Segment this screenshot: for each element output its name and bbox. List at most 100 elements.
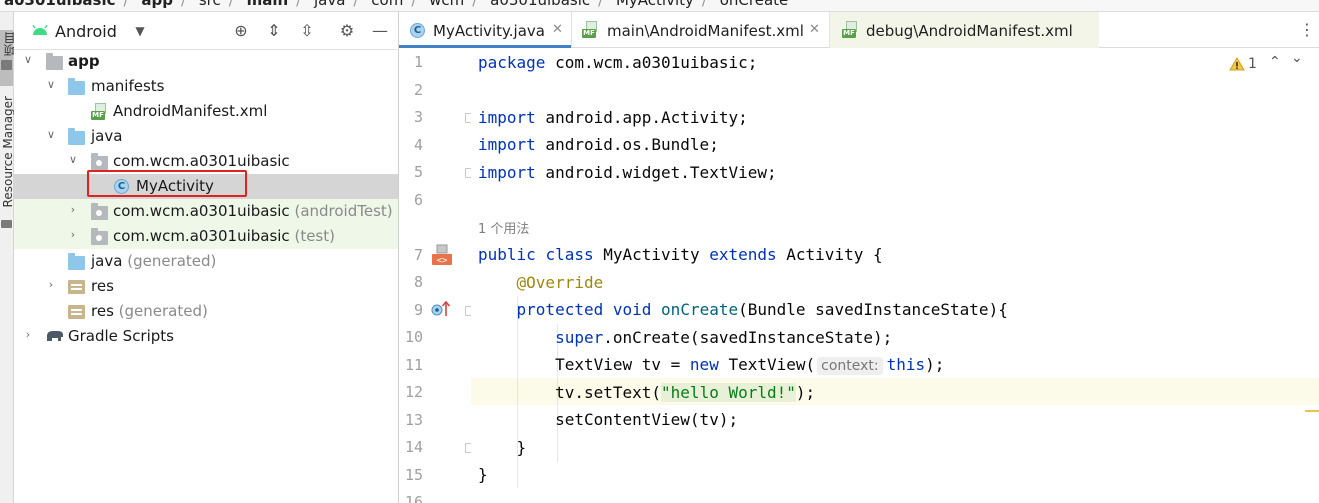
resources-folder-icon bbox=[68, 305, 85, 319]
tool-window-strip: 项目 Resource Manager bbox=[0, 12, 17, 503]
tree-item-label: res bbox=[91, 302, 114, 320]
view-mode-selector[interactable]: Android bbox=[55, 22, 117, 41]
activity-layout-icon[interactable]: <> bbox=[431, 244, 453, 266]
line-number: 6 bbox=[413, 191, 423, 209]
code-editor[interactable]: package com.wcm.a0301uibasic; import and… bbox=[471, 48, 1319, 503]
tab-label: MyActivity.java bbox=[433, 22, 545, 40]
tree-item-my-activity[interactable]: C MyActivity bbox=[14, 174, 398, 199]
breadcrumb-main[interactable]: main bbox=[247, 0, 289, 9]
code-line-11: TextView tv = new TextView(context: this)… bbox=[555, 355, 945, 375]
close-icon[interactable]: ✕ bbox=[552, 22, 563, 37]
code-line-12: tv.setText("hello World!"); bbox=[555, 383, 816, 402]
hide-panel-icon[interactable]: — bbox=[370, 21, 390, 40]
breadcrumb-method[interactable]: onCreate bbox=[720, 0, 789, 9]
java-class-icon: C bbox=[114, 179, 129, 194]
tree-item-gradle-scripts[interactable]: › Gradle Scripts bbox=[14, 324, 398, 349]
code-line-4: import android.os.Bundle; bbox=[478, 135, 719, 154]
parameter-hint: context: bbox=[817, 357, 883, 375]
breadcrumb-project[interactable]: a0301uibasic bbox=[4, 0, 116, 9]
line-number: 9 bbox=[413, 301, 423, 319]
error-stripe-marker[interactable] bbox=[1305, 410, 1319, 412]
package-icon bbox=[91, 203, 108, 220]
breadcrumb-app[interactable]: app bbox=[141, 0, 173, 9]
chevron-down-icon[interactable]: ∨ bbox=[45, 129, 57, 141]
tree-item-package-test[interactable]: › com.wcm.a0301uibasic (test) bbox=[14, 224, 398, 249]
resource-manager-tool-label[interactable]: Resource Manager bbox=[1, 96, 15, 207]
breadcrumb-class[interactable]: MyActivity bbox=[616, 0, 694, 9]
tree-item-package[interactable]: ∨ com.wcm.a0301uibasic bbox=[14, 149, 398, 174]
code-line-13: setContentView(tv); bbox=[555, 410, 739, 429]
chevron-down-icon[interactable]: ∨ bbox=[22, 54, 34, 66]
more-vertical-icon[interactable]: ⋮ bbox=[1299, 20, 1315, 39]
breadcrumb-com[interactable]: com bbox=[371, 0, 403, 9]
chevron-down-icon[interactable]: ∨ bbox=[45, 79, 57, 91]
editor-gutter: 1 2 3 4 5 6 7 8 9 10 11 12 13 14 15 16 <… bbox=[399, 48, 473, 503]
breadcrumb-src[interactable]: src bbox=[199, 0, 221, 9]
tree-item-label: java bbox=[91, 252, 123, 270]
code-line-1: package com.wcm.a0301uibasic; bbox=[478, 53, 758, 72]
inspections-widget[interactable]: 1 ⌃ ⌄ bbox=[1229, 50, 1309, 75]
navigation-breadcrumb: a0301uibasic / app / src / main / java / com /… bbox=[0, 0, 1319, 12]
tree-item-label: manifests bbox=[91, 77, 165, 95]
tree-item-package-android-test[interactable]: › com.wcm.a0301uibasic (androidTest) bbox=[14, 199, 398, 224]
line-number: 3 bbox=[413, 108, 423, 126]
tab-debug-manifest[interactable]: MF debug\AndroidManifest.xml bbox=[829, 12, 1099, 48]
breadcrumb-wcm[interactable]: wcm bbox=[429, 0, 464, 9]
tree-item-label: res bbox=[91, 277, 114, 295]
tree-item-res[interactable]: › res bbox=[14, 274, 398, 299]
chevron-down-icon[interactable]: ∨ bbox=[67, 154, 79, 166]
code-line-14: } bbox=[516, 438, 527, 457]
tree-item-suffix: (generated) bbox=[127, 252, 217, 270]
tree-item-label: java bbox=[91, 127, 123, 145]
tree-item-android-manifest[interactable]: MF AndroidManifest.xml bbox=[14, 99, 398, 124]
svg-text:<>: <> bbox=[437, 256, 448, 266]
line-number: 13 bbox=[404, 411, 423, 429]
code-line-5: import android.widget.TextView; bbox=[478, 163, 777, 182]
line-number: 10 bbox=[404, 328, 423, 346]
package-icon bbox=[91, 228, 108, 245]
generated-folder-icon bbox=[68, 253, 85, 270]
manifest-file-icon: MF bbox=[842, 21, 859, 38]
chevron-right-icon[interactable]: › bbox=[67, 229, 79, 241]
tree-item-res-generated[interactable]: res (generated) bbox=[14, 299, 398, 324]
line-number: 14 bbox=[404, 438, 423, 456]
chevron-right-icon[interactable]: › bbox=[45, 279, 57, 291]
tree-item-java[interactable]: ∨ java bbox=[14, 124, 398, 149]
editor-tab-bar: C MyActivity.java ✕ MF main\AndroidManif… bbox=[399, 12, 1319, 48]
chevron-up-icon[interactable]: ⌃ bbox=[1269, 54, 1281, 70]
usage-hint[interactable]: 1 个用法 bbox=[478, 214, 529, 241]
breadcrumb-java[interactable]: java bbox=[314, 0, 345, 9]
chevron-down-icon[interactable]: ▼ bbox=[130, 24, 150, 38]
expand-all-icon[interactable]: ⇕ bbox=[264, 21, 284, 40]
collapse-all-icon[interactable]: ⇳ bbox=[297, 21, 317, 40]
code-line-3: import android.app.Activity; bbox=[478, 108, 748, 127]
tree-item-manifests[interactable]: ∨ manifests bbox=[14, 74, 398, 99]
tree-item-label: MyActivity bbox=[136, 177, 214, 195]
tree-item-label: com.wcm.a0301uibasic bbox=[113, 202, 290, 220]
line-number: 15 bbox=[404, 466, 423, 484]
override-method-icon[interactable] bbox=[431, 300, 453, 318]
tab-main-manifest[interactable]: MF main\AndroidManifest.xml ✕ bbox=[571, 12, 829, 48]
tree-item-label: Gradle Scripts bbox=[68, 327, 174, 345]
warning-count: 1 bbox=[1248, 56, 1257, 72]
chevron-right-icon[interactable]: › bbox=[22, 329, 34, 341]
locate-file-icon[interactable]: ⊕ bbox=[231, 21, 251, 40]
gear-icon[interactable]: ⚙ bbox=[337, 21, 357, 40]
folder-icon bbox=[1, 60, 12, 70]
tree-item-label: app bbox=[68, 52, 100, 70]
resources-folder-icon bbox=[68, 280, 85, 294]
chevron-right-icon[interactable]: › bbox=[67, 204, 79, 216]
line-number: 8 bbox=[413, 273, 423, 291]
tab-label: debug\AndroidManifest.xml bbox=[866, 22, 1073, 40]
tree-item-app[interactable]: ∨ app bbox=[14, 49, 398, 74]
tab-my-activity-java[interactable]: C MyActivity.java ✕ bbox=[399, 12, 571, 48]
source-folder-icon bbox=[68, 128, 85, 145]
android-icon bbox=[32, 25, 48, 35]
line-number: 16 bbox=[404, 493, 423, 503]
package-icon bbox=[91, 153, 108, 170]
breadcrumb-package[interactable]: a0301uibasic bbox=[490, 0, 590, 9]
chevron-down-icon[interactable]: ⌄ bbox=[1291, 50, 1303, 66]
tree-item-java-generated[interactable]: java (generated) bbox=[14, 249, 398, 274]
close-icon[interactable]: ✕ bbox=[809, 22, 820, 37]
warning-icon bbox=[1229, 57, 1245, 71]
